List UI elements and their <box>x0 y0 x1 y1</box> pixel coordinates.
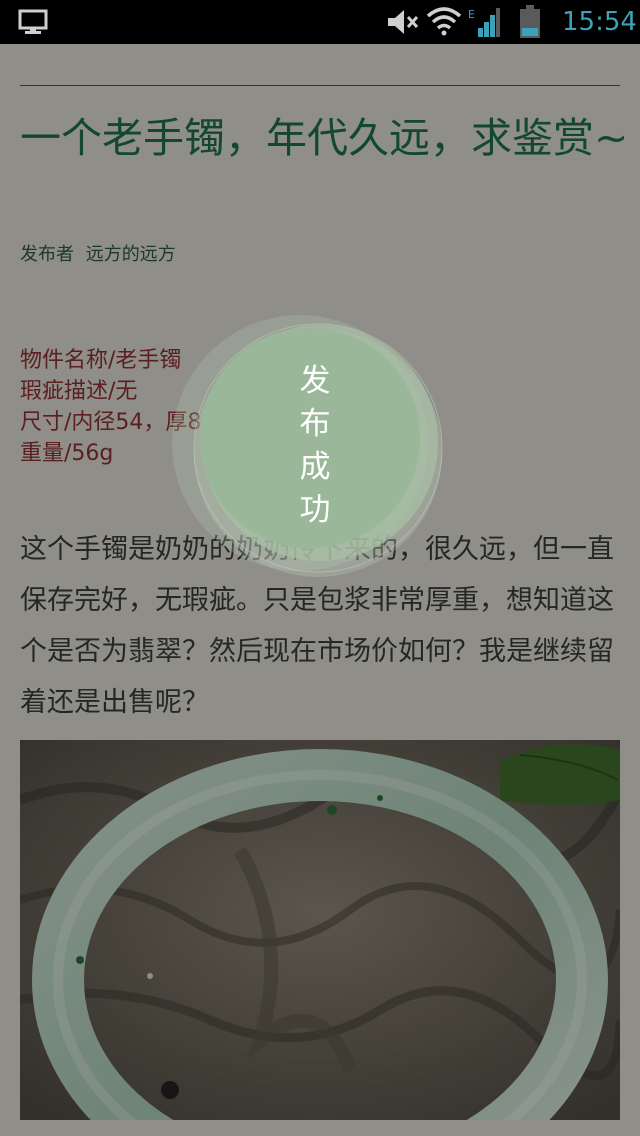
toast-message-text: 发布成功 <box>299 363 331 528</box>
publish-success-toast: 发布成功 <box>170 308 450 588</box>
network-type-label: E <box>468 8 475 21</box>
signal-icon: E <box>468 8 500 37</box>
wifi-icon <box>426 7 462 36</box>
status-time: 15:54 <box>562 7 637 37</box>
battery-icon <box>520 5 540 38</box>
toast-message: 发布成功 <box>285 360 345 532</box>
monitor-icon <box>18 9 48 34</box>
screen: E 15:54 一个老手镯，年代久远，求鉴赏~ 发布者 远方的远方 物件名称/老… <box>0 0 640 1136</box>
mute-icon <box>388 10 419 34</box>
modal-dim-overlay[interactable] <box>0 44 640 1136</box>
status-bar: E 15:54 <box>0 0 640 44</box>
